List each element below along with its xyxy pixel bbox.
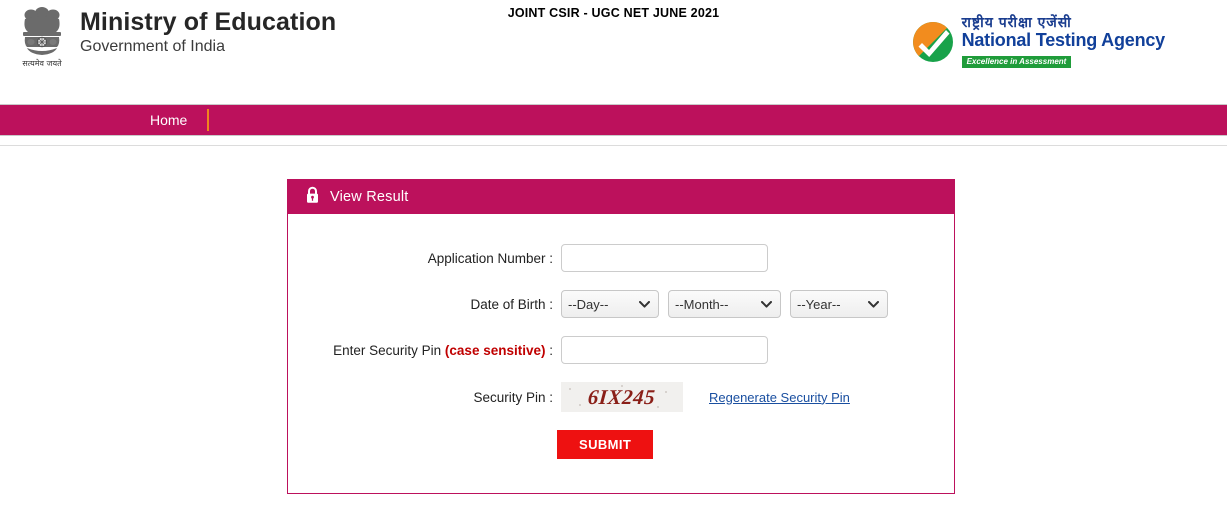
submit-row: SUBMIT [288,430,954,459]
application-number-row: Application Number : [288,244,954,272]
nta-wordmark: राष्ट्रीय परीक्षा एजेंसी National Testin… [961,14,1166,69]
nta-hindi-name: राष्ट्रीय परीक्षा एजेंसी [961,14,1072,30]
enter-security-pin-row: Enter Security Pin (case sensitive) : [288,336,954,364]
security-pin-input[interactable] [561,336,768,364]
nav-separator [207,109,210,131]
security-pin-row: Security Pin : 6IX245 Regenerate Securit… [288,382,954,412]
panel-header: View Result [288,180,954,214]
enter-security-pin-label: Enter Security Pin (case sensitive) : [288,343,561,358]
date-of-birth-label: Date of Birth : [470,296,553,312]
ministry-subtitle: Government of India [80,38,225,55]
view-result-panel: View Result Application Number : Date of… [287,179,955,494]
panel-title: View Result [330,189,409,205]
enter-security-pin-label-colon: : [545,342,553,358]
dob-month-select[interactable]: --Month-- [668,290,781,318]
application-number-label: Application Number : [427,250,553,266]
case-sensitive-note: (case sensitive) [444,342,546,358]
security-pin-label: Security Pin : [473,389,553,405]
enter-security-pin-label-main: Enter Security Pin [333,342,445,358]
application-number-input[interactable] [561,244,768,272]
regenerate-security-pin-link[interactable]: Regenerate Security Pin [709,390,850,405]
main-navigation: Home [0,104,1227,136]
panel-body: Application Number : Date of Birth : --D… [288,214,954,493]
captcha-image: 6IX245 [561,382,683,412]
nta-english-name: National Testing Agency [961,30,1166,50]
nav-item-home[interactable]: Home [130,105,207,135]
page-header: सत्यमेव जयते Ministry of Education Gover… [0,0,1227,104]
nta-tagline: Excellence in Assessment [961,56,1072,68]
nta-checkmark-icon [911,20,955,64]
captcha-text: 6IX245 [587,384,657,409]
nav-bottom-spacer [0,136,1227,146]
dob-year-select[interactable]: --Year-- [790,290,888,318]
dob-day-select[interactable]: --Day-- [561,290,659,318]
main-content: View Result Application Number : Date of… [0,146,1227,518]
date-of-birth-row: Date of Birth : --Day-- --Month-- --Year… [288,290,954,318]
lock-icon [305,186,320,209]
submit-button[interactable]: SUBMIT [557,430,654,459]
nta-logo: राष्ट्रीय परीक्षा एजेंसी National Testin… [911,14,1165,69]
emblem-motto-text: सत्यमेव जयते [22,58,62,68]
nav-item-home-label: Home [150,112,188,128]
